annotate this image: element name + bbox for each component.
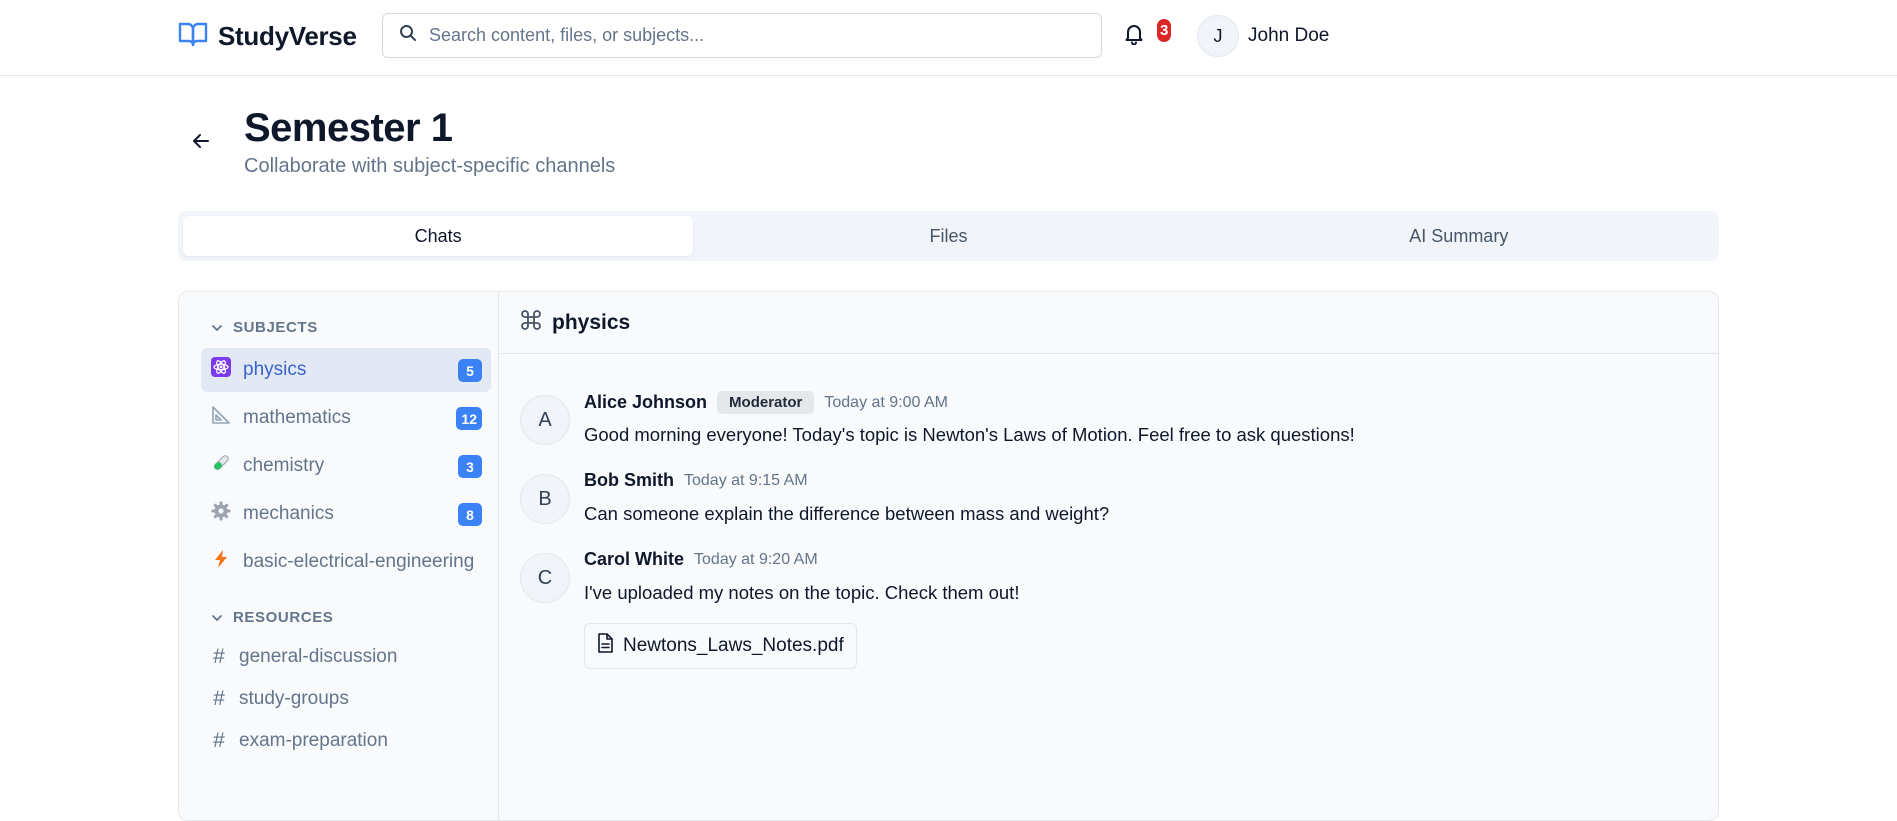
top-bar: StudyVerse 3 J John Doe: [0, 0, 1897, 76]
avatar[interactable]: C: [520, 553, 570, 603]
bell-icon: [1124, 23, 1144, 50]
message-author[interactable]: Bob Smith: [584, 470, 674, 491]
sidebar-item-label: mathematics: [243, 407, 351, 428]
sidebar-item-basic-electrical-engineering[interactable]: basic-electrical-engineering: [201, 540, 491, 584]
unread-count-badge: 12: [456, 407, 482, 430]
page-title: Semester 1: [244, 106, 453, 150]
hash-icon: #: [213, 645, 225, 668]
subjects-section-toggle[interactable]: SUBJECTS: [211, 319, 318, 336]
sidebar-item-study-groups[interactable]: # study-groups: [211, 687, 349, 711]
message-author[interactable]: Carol White: [584, 549, 684, 570]
sidebar-item-label: mechanics: [243, 503, 334, 524]
message-timestamp: Today at 9:15 AM: [684, 471, 808, 489]
sidebar-item-label: basic-electrical-engineering: [243, 551, 475, 572]
subjects-heading: SUBJECTS: [233, 319, 318, 336]
tab-files[interactable]: Files: [693, 216, 1203, 256]
back-button[interactable]: [186, 128, 216, 158]
workspace-panel: SUBJECTS physics 5 mathematics 12 chemis…: [178, 291, 1719, 821]
file-icon: [597, 633, 613, 659]
user-avatar[interactable]: J: [1197, 15, 1239, 57]
sidebar-item-label: chemistry: [243, 455, 325, 476]
unread-count-badge: 5: [458, 359, 482, 382]
message-text: Can someone explain the difference betwe…: [584, 503, 1110, 524]
atom-icon: [211, 357, 231, 383]
arrow-left-icon: [192, 133, 210, 154]
sidebar-item-mechanics[interactable]: mechanics 8: [201, 492, 491, 536]
resources-heading: RESOURCES: [233, 609, 334, 626]
app-logo[interactable]: StudyVerse: [178, 18, 357, 54]
tab-ai-summary[interactable]: AI Summary: [1204, 216, 1714, 256]
message-timestamp: Today at 9:20 AM: [694, 550, 818, 568]
channel-sidebar: SUBJECTS physics 5 mathematics 12 chemis…: [179, 292, 499, 820]
gear-icon: [211, 501, 231, 527]
command-icon: [520, 309, 542, 336]
tab-chats[interactable]: Chats: [183, 216, 694, 256]
sidebar-item-label: study-groups: [239, 688, 349, 709]
message-text: Good morning everyone! Today's topic is …: [584, 424, 1355, 445]
hash-icon: #: [213, 729, 225, 752]
sidebar-item-chemistry[interactable]: chemistry 3: [201, 444, 491, 488]
chat-area: physics A Alice Johnson Moderator Today …: [500, 292, 1718, 820]
chevron-down-icon: [211, 319, 223, 336]
file-name: Newtons_Laws_Notes.pdf: [623, 635, 844, 656]
search-input[interactable]: [429, 25, 1069, 46]
sidebar-item-exam-preparation[interactable]: # exam-preparation: [211, 729, 388, 753]
file-attachment[interactable]: Newtons_Laws_Notes.pdf: [584, 623, 857, 669]
unread-count-badge: 3: [458, 455, 482, 478]
message-timestamp: Today at 9:00 AM: [824, 393, 949, 411]
avatar[interactable]: A: [520, 395, 570, 445]
sidebar-item-mathematics[interactable]: mathematics 12: [201, 396, 491, 440]
role-badge: Moderator: [717, 391, 815, 414]
message-text: I've uploaded my notes on the topic. Che…: [584, 582, 1020, 603]
search-box[interactable]: [382, 13, 1102, 58]
page-subtitle: Collaborate with subject-specific channe…: [244, 155, 616, 177]
book-open-icon: [178, 21, 208, 52]
test-tube-icon: [211, 453, 231, 479]
sidebar-item-physics[interactable]: physics 5: [201, 348, 491, 392]
channel-title: physics: [552, 310, 631, 334]
sidebar-item-label: exam-preparation: [239, 730, 388, 751]
unread-count-badge: 8: [458, 503, 482, 526]
sidebar-item-label: general-discussion: [239, 646, 398, 667]
ruler-triangle-icon: [211, 405, 231, 431]
app-name: StudyVerse: [218, 20, 357, 51]
search-icon: [399, 24, 417, 47]
hash-icon: #: [213, 687, 225, 710]
notifications-button[interactable]: [1120, 22, 1148, 50]
message-author[interactable]: Alice Johnson: [584, 392, 707, 413]
user-name[interactable]: John Doe: [1248, 25, 1329, 47]
message-header: Carol White Today at 9:20 AM: [584, 549, 818, 570]
message-header: Alice Johnson Moderator Today at 9:00 AM: [584, 391, 948, 414]
message-header: Bob Smith Today at 9:15 AM: [584, 470, 808, 491]
sidebar-item-general-discussion[interactable]: # general-discussion: [211, 645, 397, 669]
chevron-down-icon: [211, 609, 223, 626]
notification-count-badge: 3: [1157, 19, 1172, 42]
sidebar-item-label: physics: [243, 359, 307, 380]
avatar[interactable]: B: [520, 474, 570, 524]
lightning-icon: [211, 549, 231, 575]
chat-header: physics: [500, 292, 1718, 354]
resources-section-toggle[interactable]: RESOURCES: [211, 609, 333, 626]
tab-bar: Chats Files AI Summary: [178, 211, 1719, 261]
